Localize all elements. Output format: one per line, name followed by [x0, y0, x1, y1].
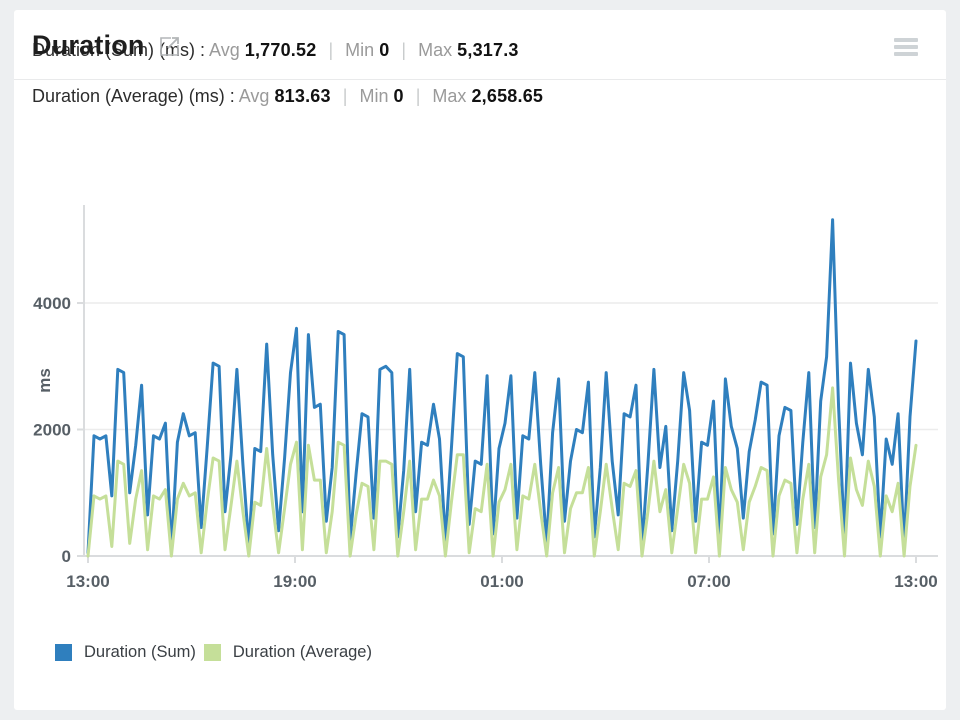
svg-text:07:00: 07:00 [687, 572, 730, 591]
separator: | [336, 86, 355, 106]
sum-series-swatch-icon [55, 644, 72, 661]
svg-text:13:00: 13:00 [894, 572, 937, 591]
legend-item-average[interactable]: Duration (Average) [204, 643, 372, 662]
legend-item-sum[interactable]: Duration (Sum) [55, 643, 196, 662]
open-in-new-window-button[interactable] [158, 35, 181, 58]
widget-menu-button[interactable] [894, 38, 918, 56]
average-stats-row: Duration (Average) (ms) : Avg 813.63 | M… [32, 86, 946, 107]
min-label: Min [359, 86, 388, 106]
average-max-value: 2,658.65 [471, 86, 543, 106]
svg-text:13:00: 13:00 [66, 572, 109, 591]
page-title: Duration [32, 30, 145, 61]
average-min-value: 0 [393, 86, 403, 106]
legend-label-sum: Duration (Sum) [84, 643, 196, 662]
menu-icon [894, 38, 918, 42]
svg-text:19:00: 19:00 [273, 572, 316, 591]
avg-label: Avg [239, 86, 270, 106]
legend-label-average: Duration (Average) [233, 643, 372, 662]
max-label: Max [432, 86, 466, 106]
separator: | [409, 86, 428, 106]
average-metric-label: Duration (Average) (ms) : [32, 86, 235, 106]
svg-text:0: 0 [62, 547, 71, 566]
svg-text:4000: 4000 [33, 294, 71, 313]
widget-header: Duration [14, 10, 946, 80]
average-avg-value: 813.63 [274, 86, 330, 106]
average-series-swatch-icon [204, 644, 221, 661]
chart-legend: Duration (Sum) Duration (Average) [55, 643, 372, 662]
svg-text:2000: 2000 [33, 421, 71, 440]
duration-chart[interactable]: 0 2000 4000 13:00 19:00 01:00 07:00 13:00 ms [14, 195, 946, 600]
svg-text:01:00: 01:00 [480, 572, 523, 591]
duration-widget: Duration Duration (Sum) (ms) : Avg [14, 10, 946, 710]
open-in-new-window-icon [158, 46, 181, 61]
svg-text:ms: ms [35, 368, 54, 393]
